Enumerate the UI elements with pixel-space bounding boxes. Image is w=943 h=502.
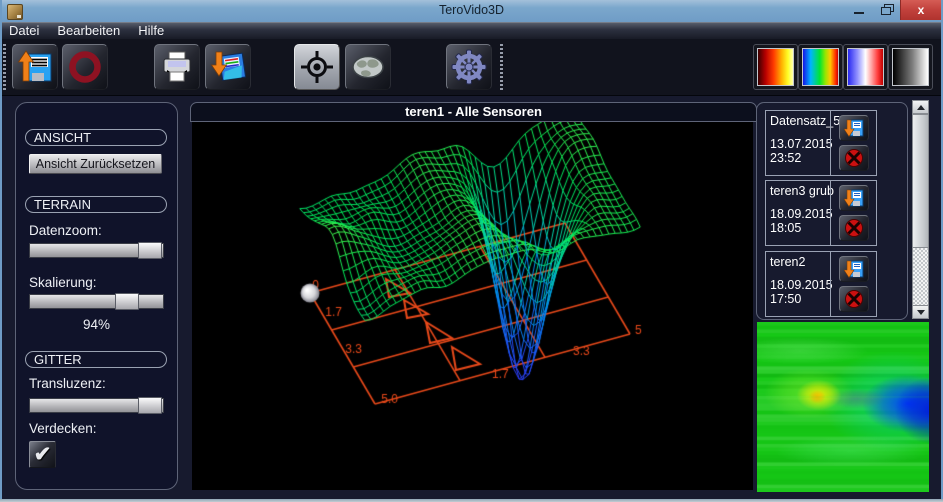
dataset-actions bbox=[830, 252, 876, 316]
dataset-info: teren2 18.09.2015 17:50 bbox=[766, 252, 830, 316]
datenzoom-label: Datenzoom: bbox=[29, 223, 102, 238]
map-view-button[interactable] bbox=[345, 44, 391, 90]
surface-plot-area[interactable] bbox=[192, 122, 753, 490]
palette-blue-red-button[interactable] bbox=[843, 44, 888, 90]
floppy-down-arrow-icon bbox=[210, 49, 246, 85]
palette-heat-swatch bbox=[757, 48, 794, 86]
dataset-time: 23:52 bbox=[770, 151, 830, 165]
dataset-date: 18.09.2015 bbox=[770, 207, 830, 221]
dataset-date: 18.09.2015 bbox=[770, 278, 830, 292]
scroll-down-button[interactable] bbox=[912, 305, 929, 319]
palette-gray-button[interactable] bbox=[888, 44, 933, 90]
heatmap-preview[interactable] bbox=[757, 322, 929, 492]
skalierung-label: Skalierung: bbox=[29, 275, 97, 290]
palette-rainbow-button[interactable] bbox=[798, 44, 843, 90]
floppy-save-icon bbox=[844, 188, 864, 208]
toolbar bbox=[0, 39, 943, 96]
dataset-name: teren3 grub bbox=[770, 184, 830, 198]
view-title: teren1 - Alle Sensoren bbox=[405, 104, 542, 119]
dataset-delete-button[interactable] bbox=[839, 215, 869, 241]
restore-button[interactable] bbox=[873, 0, 900, 20]
menu-datei[interactable]: Datei bbox=[0, 23, 48, 39]
world-map-icon bbox=[349, 48, 387, 86]
dataset-info: Datensatz_5 13.07.2015 23:52 bbox=[766, 111, 830, 175]
heatmap-preview-canvas[interactable] bbox=[757, 322, 929, 492]
delete-cross-icon bbox=[844, 289, 864, 309]
palette-rainbow-swatch bbox=[802, 48, 839, 86]
crosshair-icon bbox=[299, 49, 335, 85]
reset-view-button[interactable]: Ansicht Zurücksetzen bbox=[29, 154, 162, 174]
printer-icon bbox=[159, 49, 195, 85]
palette-heat-button[interactable] bbox=[753, 44, 798, 90]
settings-button[interactable] bbox=[446, 44, 492, 90]
datenzoom-slider-handle[interactable] bbox=[138, 242, 162, 259]
dataset-name: Datensatz_5 bbox=[770, 114, 830, 128]
menu-hilfe[interactable]: Hilfe bbox=[129, 23, 173, 39]
delete-cross-icon bbox=[844, 148, 864, 168]
triangle-down-icon bbox=[917, 310, 925, 315]
window-title: TeroVido3D bbox=[0, 3, 943, 17]
delete-cross-icon bbox=[844, 218, 864, 238]
floppy-up-arrow-icon bbox=[17, 49, 53, 85]
print-button[interactable] bbox=[154, 44, 200, 90]
load-button[interactable] bbox=[12, 44, 58, 90]
dataset-delete-button[interactable] bbox=[839, 145, 869, 171]
titlebar: TeroVido3D x bbox=[0, 0, 943, 22]
gear-icon bbox=[450, 48, 488, 86]
view-title-bar: teren1 - Alle Sensoren bbox=[190, 102, 757, 122]
window-border-left bbox=[0, 0, 2, 500]
minimize-button[interactable] bbox=[846, 0, 873, 20]
verdecken-checkbox[interactable]: ✔ bbox=[29, 441, 56, 468]
floppy-save-icon bbox=[844, 118, 864, 138]
datenzoom-slider[interactable] bbox=[29, 243, 164, 258]
toolbar-drag-handle[interactable] bbox=[3, 44, 6, 90]
transluzenz-slider-handle[interactable] bbox=[138, 397, 162, 414]
palette-gray-swatch bbox=[892, 48, 929, 86]
scrollbar-thumb[interactable] bbox=[912, 114, 929, 248]
transluzenz-label: Transluzenz: bbox=[29, 376, 106, 391]
export-button[interactable] bbox=[205, 44, 251, 90]
dataset-save-button[interactable] bbox=[839, 115, 869, 141]
dataset-scrollbar bbox=[912, 100, 929, 319]
dataset-time: 17:50 bbox=[770, 292, 830, 306]
dataset-save-button[interactable] bbox=[839, 256, 869, 282]
close-button[interactable]: x bbox=[900, 0, 941, 20]
dataset-time: 18:05 bbox=[770, 221, 830, 235]
dataset-delete-button[interactable] bbox=[839, 286, 869, 312]
triangle-up-icon bbox=[917, 105, 925, 110]
floppy-save-icon bbox=[844, 259, 864, 279]
toolbar-separator bbox=[500, 44, 503, 90]
dataset-actions bbox=[830, 181, 876, 245]
dataset-panel: Datensatz_5 13.07.2015 23:52 bbox=[756, 102, 908, 320]
surface-plot-canvas[interactable] bbox=[192, 122, 753, 490]
record-button[interactable] bbox=[62, 44, 108, 90]
dataset-actions bbox=[830, 111, 876, 175]
menubar: Datei Bearbeiten Hilfe bbox=[0, 22, 943, 39]
group-terrain-label: TERRAIN bbox=[25, 196, 167, 213]
verdecken-label: Verdecken: bbox=[29, 421, 97, 436]
checkmark-icon: ✔ bbox=[34, 443, 52, 466]
group-gitter-label: GITTER bbox=[25, 351, 167, 368]
dataset-date: 13.07.2015 bbox=[770, 137, 830, 151]
palette-blue-red-swatch bbox=[847, 48, 884, 86]
dataset-name: teren2 bbox=[770, 255, 830, 269]
transluzenz-slider[interactable] bbox=[29, 398, 164, 413]
group-ansicht-label: ANSICHT bbox=[25, 129, 167, 146]
window-controls: x bbox=[846, 0, 941, 20]
skalierung-slider[interactable] bbox=[29, 294, 164, 309]
dataset-save-button[interactable] bbox=[839, 185, 869, 211]
skalierung-value: 94% bbox=[29, 317, 164, 332]
skalierung-slider-handle[interactable] bbox=[115, 293, 139, 310]
menu-bearbeiten[interactable]: Bearbeiten bbox=[48, 23, 129, 39]
dataset-entry[interactable]: teren3 grub 18.09.2015 18:05 bbox=[765, 180, 877, 246]
dataset-info: teren3 grub 18.09.2015 18:05 bbox=[766, 181, 830, 245]
scroll-up-button[interactable] bbox=[912, 100, 929, 114]
center-view-button[interactable] bbox=[294, 44, 340, 90]
dataset-entry[interactable]: Datensatz_5 13.07.2015 23:52 bbox=[765, 110, 877, 176]
record-circle-icon bbox=[67, 49, 103, 85]
settings-sidebar: ANSICHT Ansicht Zurücksetzen TERRAIN Dat… bbox=[15, 102, 178, 490]
dataset-entry[interactable]: teren2 18.09.2015 17:50 bbox=[765, 251, 877, 317]
